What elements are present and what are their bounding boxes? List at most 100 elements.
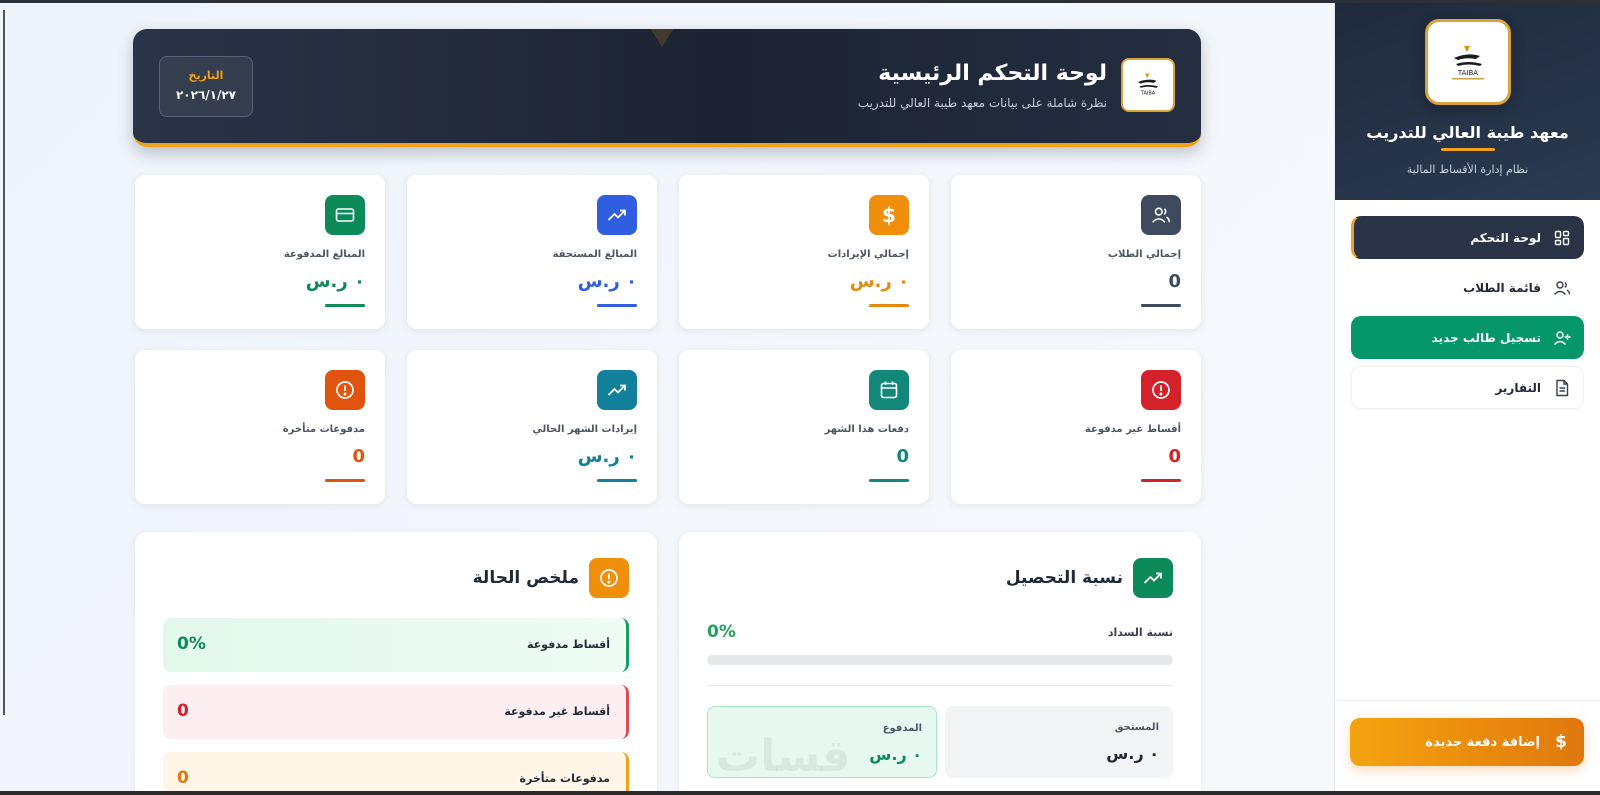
page-title: لوحة التحكم الرئيسية xyxy=(878,61,1107,86)
stat-label: إجمالي الطلاب xyxy=(1107,249,1181,260)
stat-value: 0 xyxy=(1168,271,1181,292)
stat-label: مدفوعات متأخرة xyxy=(282,424,365,435)
window-left-border xyxy=(3,10,5,715)
stat-card-amounts-due: المبالغ المستحقة ٠ ر.س xyxy=(407,175,657,329)
status-row-unpaid: أقساط غير مدفوعة 0 xyxy=(163,685,629,739)
sidebar: TAIBA معهد طيبة العالي للتدريب نظام إدار… xyxy=(1334,3,1600,791)
status-row-paid: أقساط مدفوعة 0% xyxy=(163,618,629,672)
panel-title: ملخص الحالة xyxy=(472,568,579,588)
users-icon xyxy=(1553,279,1571,297)
paid-label: المدفوع xyxy=(882,723,922,734)
stat-label: أقساط غير مدفوعة xyxy=(1084,424,1181,435)
user-plus-icon xyxy=(1553,329,1571,347)
payment-rate-label: نسبة السداد xyxy=(1107,626,1173,639)
sidebar-item-dashboard[interactable]: لوحة التحكم xyxy=(1351,216,1584,259)
payment-rate-progress xyxy=(707,655,1173,665)
svg-text:TAIBA: TAIBA xyxy=(1456,69,1477,77)
date-label: التاريخ xyxy=(188,69,224,82)
stat-card-total-students: إجمالي الطلاب 0 xyxy=(951,175,1201,329)
stat-value: 0 xyxy=(896,446,909,467)
trending-up-icon xyxy=(597,370,637,410)
stat-accent-bar xyxy=(325,304,365,307)
stat-value: ٠ ر.س xyxy=(849,271,909,292)
status-row-value: 0 xyxy=(177,768,189,788)
sidebar-header: TAIBA معهد طيبة العالي للتدريب نظام إدار… xyxy=(1335,3,1600,200)
stat-value: ٠ ر.س xyxy=(577,446,637,467)
add-payment-label: إضافة دفعة جديدة xyxy=(1425,734,1540,750)
date-value: ٢٠٢٦/١/٢٧ xyxy=(175,88,237,102)
stat-accent-bar xyxy=(1141,304,1181,307)
stat-value: ٠ ر.س xyxy=(305,271,365,292)
institute-name: معهد طيبة العالي للتدريب xyxy=(1366,123,1569,142)
stat-card-current-month-revenue: إيرادات الشهر الحالي ٠ ر.س xyxy=(407,350,657,504)
paid-amount-box: المدفوع ٠ ر.س قسات xyxy=(707,706,937,782)
sidebar-item-label: تسجيل طالب جديد xyxy=(1431,330,1541,345)
alert-circle-icon xyxy=(325,370,365,410)
status-row-value: 0 xyxy=(177,701,189,721)
page-subtitle: نظرة شاملة على بيانات معهد طيبة العالي ل… xyxy=(857,96,1107,110)
status-row-label: مدفوعات متأخرة xyxy=(519,772,611,785)
institute-logo: TAIBA xyxy=(1424,19,1511,105)
calendar-icon xyxy=(869,370,909,410)
alert-circle-icon xyxy=(1141,370,1181,410)
trending-up-icon xyxy=(1133,558,1173,598)
stat-label: المبالغ المدفوعة xyxy=(283,249,365,260)
trending-up-icon xyxy=(597,195,637,235)
stat-label: إيرادات الشهر الحالي xyxy=(532,424,637,435)
stat-card-unpaid-installments: أقساط غير مدفوعة 0 xyxy=(951,350,1201,504)
collection-rate-panel: نسبة التحصيل نسبة السداد 0% المستحق ٠ ر.… xyxy=(679,532,1201,795)
stat-accent-bar xyxy=(869,304,909,307)
sidebar-item-students[interactable]: قائمة الطلاب xyxy=(1351,266,1584,309)
stat-value: 0 xyxy=(352,446,365,467)
credit-card-icon xyxy=(325,195,365,235)
stat-card-amounts-paid: المبالغ المدفوعة ٠ ر.س xyxy=(135,175,385,329)
stat-accent-bar xyxy=(1141,479,1181,482)
stat-card-payments-this-month: دفعات هذا الشهر 0 xyxy=(679,350,929,504)
header-logo: TAIBA xyxy=(1121,58,1175,112)
stat-value: ٠ ر.س xyxy=(577,271,637,292)
sidebar-footer: $ إضافة دفعة جديدة xyxy=(1334,700,1600,791)
title-underline xyxy=(1440,148,1495,151)
dollar-icon: $ xyxy=(1555,732,1567,752)
stat-card-late-payments: مدفوعات متأخرة 0 xyxy=(135,350,385,504)
status-row-late: مدفوعات متأخرة 0 xyxy=(163,752,629,795)
sidebar-item-register-student[interactable]: تسجيل طالب جديد xyxy=(1351,316,1584,359)
page-header: TAIBA لوحة التحكم الرئيسية نظرة شاملة عل… xyxy=(133,29,1201,147)
paid-value: ٠ ر.س xyxy=(869,745,922,764)
stat-card-total-revenue: $ إجمالي الإيرادات ٠ ر.س xyxy=(679,175,929,329)
due-amount-box: المستحق ٠ ر.س xyxy=(945,706,1173,778)
payment-rate-value: 0% xyxy=(707,622,736,642)
status-row-label: أقساط غير مدفوعة xyxy=(504,705,610,718)
stat-accent-bar xyxy=(597,479,637,482)
add-payment-button[interactable]: $ إضافة دفعة جديدة xyxy=(1350,718,1584,766)
stat-label: دفعات هذا الشهر xyxy=(824,424,909,435)
document-icon xyxy=(1553,379,1571,397)
window-bottom-border xyxy=(0,791,1600,795)
dollar-icon: $ xyxy=(869,195,909,235)
alert-circle-icon xyxy=(589,558,629,598)
stat-accent-bar xyxy=(597,304,637,307)
panel-title: نسبة التحصيل xyxy=(1005,568,1123,588)
sidebar-item-label: لوحة التحكم xyxy=(1470,230,1541,245)
date-box: التاريخ ٢٠٢٦/١/٢٧ xyxy=(159,56,253,117)
sidebar-item-label: قائمة الطلاب xyxy=(1463,280,1541,295)
divider xyxy=(707,685,1173,686)
svg-text:TAIBA: TAIBA xyxy=(1140,90,1156,96)
stat-value: 0 xyxy=(1168,446,1181,467)
system-name: نظام إدارة الأقساط المالية xyxy=(1406,163,1529,176)
sidebar-item-label: التقارير xyxy=(1495,380,1541,395)
dashboard-icon xyxy=(1553,229,1571,247)
status-row-label: أقساط مدفوعة xyxy=(527,638,610,651)
status-row-value: 0% xyxy=(177,634,206,654)
status-summary-panel: ملخص الحالة أقساط مدفوعة 0% أقساط غير مد… xyxy=(135,532,657,795)
due-value: ٠ ر.س xyxy=(1106,744,1159,763)
sidebar-item-reports[interactable]: التقارير xyxy=(1351,366,1584,409)
watermark-text: قسات xyxy=(716,731,851,782)
stat-label: إجمالي الإيرادات xyxy=(827,249,909,260)
users-icon xyxy=(1141,195,1181,235)
header-decoration xyxy=(648,29,676,47)
sidebar-nav: لوحة التحكم قائمة الطلاب تسجيل طالب جديد xyxy=(1335,200,1600,409)
stat-label: المبالغ المستحقة xyxy=(552,249,637,260)
stat-accent-bar xyxy=(869,479,909,482)
stat-accent-bar xyxy=(325,479,365,482)
